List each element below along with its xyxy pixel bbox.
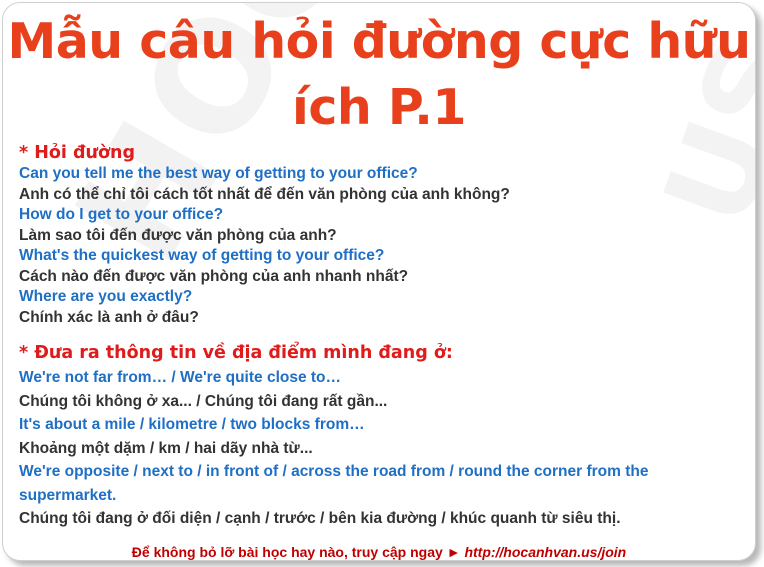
vietnamese-translation: Chúng tôi đang ở đối diện / cạnh / trước… (19, 510, 621, 527)
english-phrase: Where are you exactly? (19, 288, 193, 305)
vietnamese-translation: Chúng tôi không ở xa... / Chúng tôi đang… (19, 392, 388, 410)
english-phrase: We're opposite / next to / in front of /… (19, 463, 649, 504)
vietnamese-translation: Cách nào đến được văn phòng của anh nhan… (19, 267, 409, 285)
vietnamese-translation: Khoảng một dặm / km / hai dãy nhà từ... (19, 439, 313, 457)
footer-promo: Để không bỏ lỡ bài học hay nào, truy cập… (3, 544, 755, 560)
english-phrase: How do I get to your office? (19, 206, 224, 223)
footer-text: Để không bỏ lỡ bài học hay nào, truy cập… (131, 544, 443, 560)
section-heading-location: * Đưa ra thông tin về địa điểm mình đang… (19, 343, 453, 363)
page-title: Mẫu câu hỏi đường cực hữu ích P.1 (7, 13, 751, 136)
vietnamese-translation: Làm sao tôi đến được văn phòng của anh? (19, 226, 337, 244)
english-phrase: We're not far from… / We're quite close … (19, 369, 342, 386)
vietnamese-translation: Anh có thể chỉ tôi cách tốt nhất để đến … (19, 185, 510, 203)
lesson-card: HOCANH US Mẫu câu hỏi đường cực hữu ích … (2, 2, 756, 561)
lesson-content: * Hỏi đường Can you tell me the best way… (19, 142, 749, 531)
english-phrase: Can you tell me the best way of getting … (19, 165, 418, 182)
english-phrase: What's the quickest way of getting to yo… (19, 247, 385, 264)
vietnamese-translation: Chính xác là anh ở đâu? (19, 308, 199, 326)
section-heading-asking: * Hỏi đường (19, 143, 135, 163)
join-link[interactable]: http://hocanhvan.us/join (464, 544, 626, 560)
arrow-right-icon: ► (446, 544, 461, 560)
english-phrase: It's about a mile / kilometre / two bloc… (19, 416, 365, 433)
